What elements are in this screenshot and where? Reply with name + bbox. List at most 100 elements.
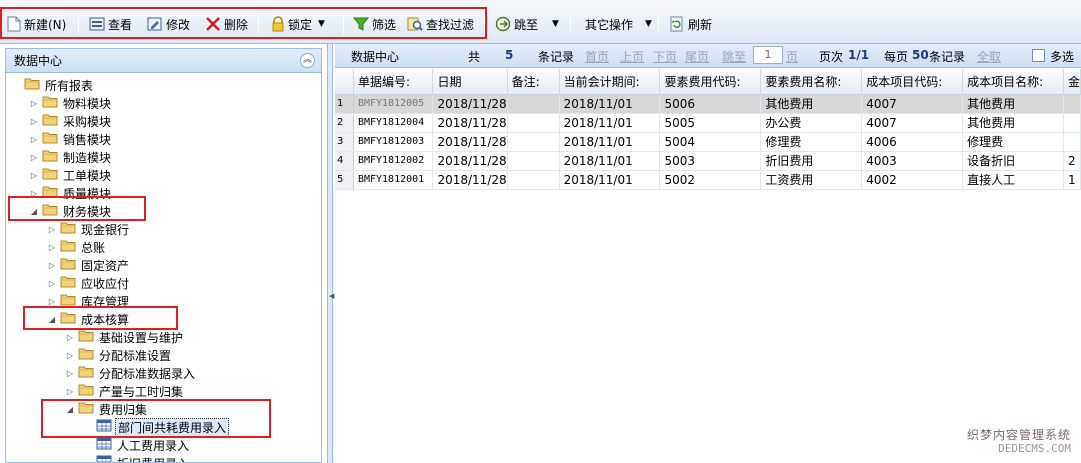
- first-page-link[interactable]: 首页: [585, 48, 609, 65]
- table-cell: 其他费用: [962, 94, 1064, 114]
- refresh-icon: [670, 16, 683, 32]
- tree-item[interactable]: 折旧费用录入: [82, 454, 191, 463]
- tree-item[interactable]: ▷ 固定资产: [46, 256, 131, 274]
- new-button[interactable]: 新建(N): [4, 13, 69, 35]
- tree-item[interactable]: ▷ 现金银行: [46, 220, 131, 238]
- tree-expand-icon[interactable]: ▷: [28, 117, 40, 126]
- other-ops-dropdown-arrow-icon[interactable]: ▼: [645, 19, 652, 29]
- refresh-label: 刷新: [688, 17, 713, 32]
- collapse-up-icon[interactable]: ︽: [300, 53, 315, 68]
- next-page-link[interactable]: 下页: [653, 48, 677, 65]
- page-info: 1/1: [848, 48, 870, 62]
- tree-item[interactable]: ▷ 制造模块: [28, 148, 113, 166]
- table-cell: 2018/11/01: [559, 113, 661, 133]
- lock-dropdown-arrow-icon[interactable]: ▼: [318, 19, 325, 29]
- refresh-button[interactable]: 刷新: [666, 13, 715, 35]
- tree-expand-icon[interactable]: ▷: [46, 297, 58, 306]
- tree-expand-icon[interactable]: ▷: [28, 99, 40, 108]
- table-cell: 2018/11/28: [432, 170, 508, 190]
- tree-item[interactable]: ▷ 库存管理: [46, 292, 131, 310]
- table-row[interactable]: 3 BMFY1812003 2018/11/28 2018/11/01 5004 修理费 4…: [335, 132, 1081, 152]
- fetch-all-link[interactable]: 全取: [977, 48, 1001, 65]
- column-header[interactable]: 当前会计期间:: [559, 69, 661, 95]
- table-icon: [96, 437, 112, 453]
- other-ops-button[interactable]: 其它操作 ▼: [578, 13, 655, 35]
- table-row[interactable]: 4 BMFY1812002 2018/11/28 2018/11/01 5003 折旧费用…: [335, 151, 1081, 171]
- tree-item[interactable]: ▷ 应收应付: [46, 274, 131, 292]
- tree-item[interactable]: ▷ 产量与工时归集: [64, 382, 185, 400]
- table-row[interactable]: 2 BMFY1812004 2018/11/28 2018/11/01 5005 办公费 4…: [335, 113, 1081, 133]
- tree-item-label: 折旧费用录入: [115, 455, 191, 463]
- filter-button[interactable]: 筛选: [350, 13, 399, 35]
- tree-item[interactable]: ◢ 费用归集: [64, 400, 149, 418]
- tree-item[interactable]: 部门间共耗费用录入: [82, 417, 230, 437]
- view-button[interactable]: 查看: [86, 13, 135, 35]
- tree-collapse-icon[interactable]: ◢: [64, 405, 76, 414]
- watermark-line1: 织梦内容管理系统: [966, 428, 1071, 442]
- tree-item[interactable]: ▷ 质量模块: [28, 184, 113, 202]
- tree-item[interactable]: ▷ 工单模块: [28, 166, 113, 184]
- multi-select-checkbox[interactable]: [1032, 49, 1045, 62]
- tree-item-label: 质量模块: [63, 186, 112, 201]
- folder-icon: [42, 149, 58, 165]
- panel-splitter[interactable]: ◀: [327, 44, 334, 463]
- tree-item[interactable]: ▷ 分配标准数据录入: [64, 364, 197, 382]
- column-header[interactable]: 成本项目名称:: [962, 69, 1064, 95]
- tree-item-label: 成本核算: [81, 312, 130, 327]
- tree-item-label: 所有报表: [45, 78, 94, 93]
- tree-collapse-icon[interactable]: ◢: [46, 315, 58, 324]
- column-header[interactable]: 要素费用名称:: [760, 69, 863, 95]
- lock-button[interactable]: 锁定 ▼: [268, 13, 328, 35]
- table-cell: 5003: [659, 151, 762, 171]
- tree-item[interactable]: ▷ 基础设置与维护: [64, 328, 185, 346]
- column-header[interactable]: 成本项目代码:: [861, 69, 964, 95]
- column-header[interactable]: 日期: [432, 69, 508, 95]
- jump-page-link[interactable]: 跳至: [722, 48, 746, 65]
- tree-item[interactable]: ▷ 销售模块: [28, 130, 113, 148]
- table-row[interactable]: 5 BMFY1812001 2018/11/28 2018/11/01 5002 工资费用…: [335, 170, 1081, 190]
- jump-dropdown-arrow-icon[interactable]: ▼: [552, 19, 559, 29]
- find-filter-button[interactable]: 查找过滤: [404, 13, 477, 35]
- jump-button[interactable]: 跳至 ▼: [492, 13, 562, 35]
- tree-item[interactable]: 所有报表: [10, 76, 95, 94]
- tree-item[interactable]: 人工费用录入: [82, 436, 191, 454]
- tree-item-label: 制造模块: [63, 150, 112, 165]
- records-grid-panel: 数据中心 共 5 条记录 首页 上页 下页 尾页 跳至 1 页 页次 1/1 每…: [335, 44, 1081, 463]
- tree-expand-icon[interactable]: ▷: [64, 387, 76, 396]
- tree-expand-icon[interactable]: ▷: [28, 171, 40, 180]
- tree-expand-icon[interactable]: ▷: [46, 261, 58, 270]
- column-header[interactable]: 单据编号:: [353, 69, 434, 95]
- tree-item[interactable]: ▷ 采购模块: [28, 112, 113, 130]
- tree-expand-icon[interactable]: ▷: [46, 225, 58, 234]
- column-header[interactable]: 备注:: [507, 69, 560, 95]
- view-icon: [89, 17, 105, 31]
- folder-icon: [78, 329, 94, 345]
- tree-expand-icon[interactable]: ▷: [46, 243, 58, 252]
- tree-item[interactable]: ◢ 成本核算: [46, 310, 131, 328]
- tree-expand-icon[interactable]: ▷: [28, 135, 40, 144]
- table-cell: [507, 94, 560, 114]
- prev-page-link[interactable]: 上页: [620, 48, 644, 65]
- tree-item-label: 基础设置与维护: [99, 330, 184, 345]
- tree-expand-icon[interactable]: ▷: [28, 153, 40, 162]
- column-header[interactable]: 金: [1063, 69, 1081, 95]
- tree-item[interactable]: ▷ 分配标准设置: [64, 346, 173, 364]
- tree-expand-icon[interactable]: ▷: [46, 279, 58, 288]
- page-number-input[interactable]: 1: [753, 46, 783, 64]
- tree-expand-icon[interactable]: ▷: [64, 351, 76, 360]
- tree-item[interactable]: ▷ 物料模块: [28, 94, 113, 112]
- folder-icon: [60, 239, 76, 255]
- delete-button[interactable]: 删除: [202, 13, 251, 35]
- table-cell: 4003: [861, 151, 964, 171]
- edit-button[interactable]: 修改: [144, 13, 193, 35]
- last-page-link[interactable]: 尾页: [685, 48, 709, 65]
- tree-expand-icon[interactable]: ▷: [28, 189, 40, 198]
- tree-item[interactable]: ▷ 总账: [46, 238, 107, 256]
- table-row[interactable]: 1 BMFY1812005 2018/11/28 2018/11/01 5006 其他费用…: [335, 94, 1081, 114]
- table-cell: 5004: [659, 132, 762, 152]
- tree-item[interactable]: ◢ 财务模块: [28, 202, 113, 220]
- tree-collapse-icon[interactable]: ◢: [28, 207, 40, 216]
- tree-expand-icon[interactable]: ▷: [64, 369, 76, 378]
- column-header[interactable]: 要素费用代码:: [659, 69, 762, 95]
- tree-expand-icon[interactable]: ▷: [64, 333, 76, 342]
